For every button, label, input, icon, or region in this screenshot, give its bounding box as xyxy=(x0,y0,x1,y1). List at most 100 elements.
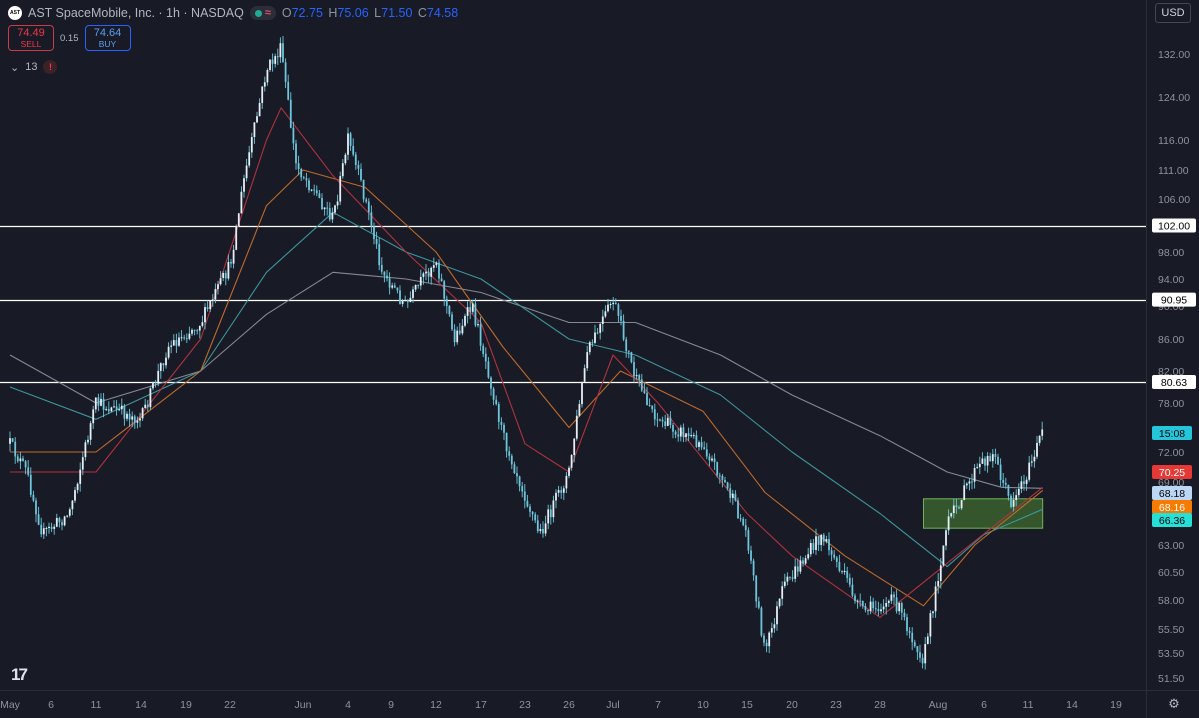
candle-body xyxy=(633,362,635,377)
time-tick-label: 15 xyxy=(741,699,753,711)
candle-body xyxy=(201,322,204,326)
candle-body xyxy=(399,290,401,304)
candle-body xyxy=(339,176,342,202)
candle-body xyxy=(531,511,534,515)
demand-zone xyxy=(923,498,1044,529)
indicators-toggle[interactable]: ⌄ 13 ! xyxy=(10,60,58,74)
candle-body xyxy=(765,642,768,647)
candle-body xyxy=(230,262,232,264)
price-chart[interactable]: 132.00 124.00 116.00 111.00 106.00 98.00 94.00… xyxy=(0,0,1199,718)
candle-body xyxy=(820,534,823,545)
tradingview-logo[interactable]: 17 xyxy=(11,665,28,685)
candle-body xyxy=(175,340,178,346)
price-tick-label: 60.50 xyxy=(1158,567,1184,579)
candle-body xyxy=(159,363,162,371)
candle-body xyxy=(976,467,979,469)
candle-body xyxy=(825,539,828,542)
candle-body xyxy=(45,528,48,529)
ohlc-close: 74.58 xyxy=(426,6,459,20)
candle-body xyxy=(869,601,872,612)
currency-button[interactable]: USD xyxy=(1155,3,1191,23)
candle-body xyxy=(269,59,271,70)
candle-body xyxy=(635,375,638,377)
candle-body xyxy=(648,405,651,407)
candle-body xyxy=(110,407,113,412)
candle-body xyxy=(578,404,581,416)
candle-body xyxy=(167,346,170,358)
candle-body xyxy=(315,190,318,194)
candle-body xyxy=(282,43,284,63)
chevron-down-icon[interactable]: ⌄ xyxy=(10,61,19,74)
candle-body xyxy=(919,652,921,658)
level-price-text: 90.95 xyxy=(1161,295,1187,307)
candle-body xyxy=(165,357,167,366)
candle-body xyxy=(432,265,435,268)
candle-body xyxy=(367,201,370,213)
candle-body xyxy=(1038,435,1041,443)
price-label-text: 15:08 xyxy=(1159,428,1185,440)
candle-body xyxy=(198,325,201,331)
time-tick-label: 23 xyxy=(519,699,531,711)
candle-body xyxy=(692,435,695,437)
sell-button[interactable]: 74.49 SELL xyxy=(8,25,54,51)
candle-body xyxy=(685,433,687,437)
candle-body xyxy=(383,271,386,276)
candle-body xyxy=(258,103,261,117)
candle-body xyxy=(274,56,277,64)
candle-body xyxy=(61,522,63,526)
buy-button[interactable]: 74.64 BUY xyxy=(84,25,131,51)
candle-body xyxy=(123,405,126,419)
candle-body xyxy=(724,480,726,483)
price-tick-label: 111.00 xyxy=(1158,165,1189,177)
candle-body xyxy=(146,404,149,408)
candle-body xyxy=(224,273,227,279)
candle-body xyxy=(32,494,35,501)
candle-body xyxy=(968,481,971,484)
candle-body xyxy=(911,632,914,643)
candle-body xyxy=(27,467,30,475)
settings-icon[interactable]: ⚙ xyxy=(1166,696,1182,712)
candle-body xyxy=(118,409,121,411)
candle-body xyxy=(687,433,690,437)
candle-body xyxy=(653,409,656,420)
candle-body xyxy=(963,485,966,501)
candle-body xyxy=(11,438,14,442)
candle-body xyxy=(214,289,217,300)
candle-body xyxy=(58,518,61,523)
price-tick-label: 53.50 xyxy=(1158,648,1184,660)
candle-body xyxy=(380,265,383,272)
candle-body xyxy=(534,514,537,521)
candle-body xyxy=(341,163,344,177)
wave-icon: ≈ xyxy=(264,7,271,19)
candle-body xyxy=(521,486,524,492)
candle-body xyxy=(360,168,362,180)
price-tick-label: 94.00 xyxy=(1158,274,1184,286)
candle-body xyxy=(906,617,908,632)
candle-body xyxy=(40,524,43,535)
candle-body xyxy=(752,560,755,576)
candle-body xyxy=(744,525,747,531)
candle-body xyxy=(74,490,76,501)
candle-body xyxy=(240,191,243,214)
candle-body xyxy=(308,180,310,191)
candle-body xyxy=(913,642,916,647)
candle-body xyxy=(1041,429,1044,436)
candle-body xyxy=(812,543,815,550)
candle-body xyxy=(565,475,568,489)
symbol-title[interactable]: AST SpaceMobile, Inc. · 1h · NASDAQ xyxy=(28,6,244,20)
candle-body xyxy=(700,442,703,448)
candle-body xyxy=(94,397,97,410)
candle-body xyxy=(677,434,680,437)
candle-body xyxy=(828,539,830,551)
alert-icon[interactable]: ! xyxy=(43,60,58,74)
candle-body xyxy=(544,523,547,534)
candle-body xyxy=(92,409,95,424)
candle-body xyxy=(396,287,399,291)
candle-body xyxy=(581,381,583,405)
candle-body xyxy=(867,610,869,612)
candle-body xyxy=(516,473,518,477)
candle-body xyxy=(495,399,498,405)
candle-body xyxy=(929,613,932,637)
candle-body xyxy=(71,500,74,510)
candle-body xyxy=(747,530,750,551)
